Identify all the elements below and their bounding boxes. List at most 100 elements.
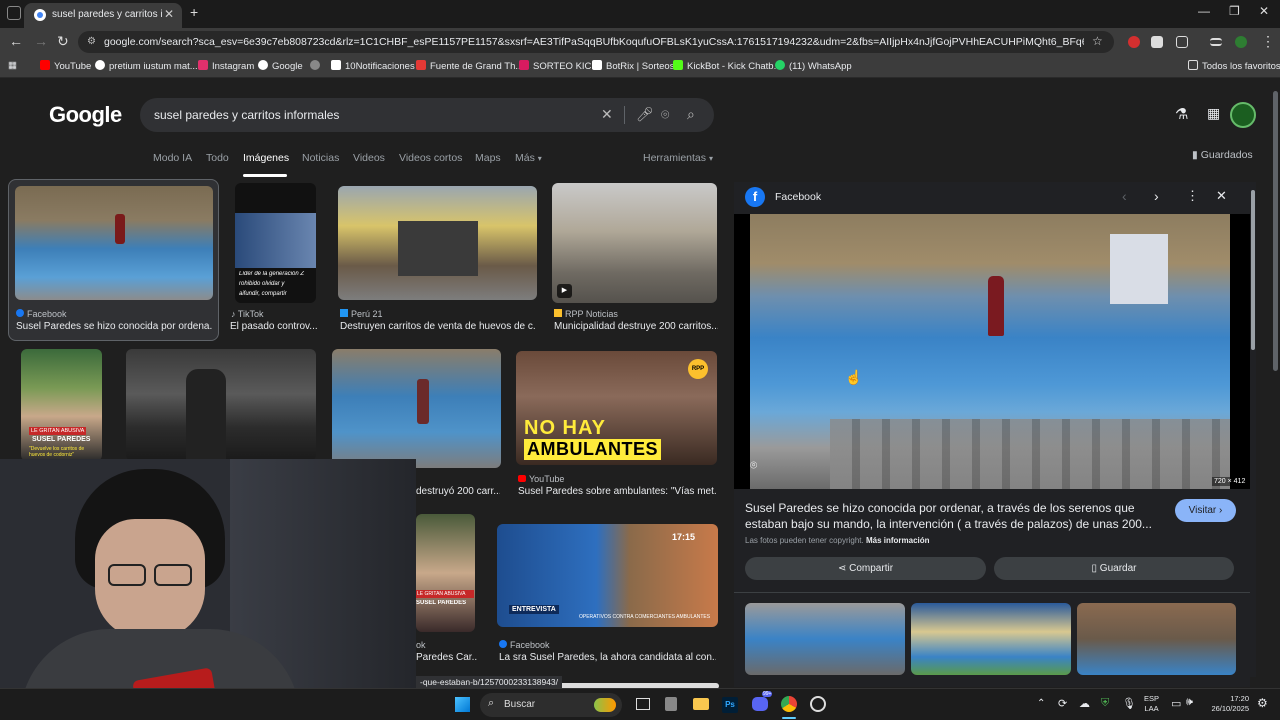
apps-grid-icon[interactable]: ▦	[8, 60, 17, 71]
bookmark-unnamed[interactable]	[310, 60, 324, 72]
tray-sync-icon[interactable]: ⟳	[1058, 697, 1067, 710]
obs-icon[interactable]	[810, 696, 826, 712]
bookmark-youtube[interactable]: YouTube	[40, 60, 91, 72]
panel-scroll-thumb[interactable]	[1251, 190, 1255, 350]
bookmark-whatsapp[interactable]: (11) WhatsApp	[775, 60, 852, 72]
result-image-10[interactable]: 17:15 ENTREVISTA OPERATIVOS CONTRA COMER…	[497, 524, 718, 627]
preview-image[interactable]: ⌾ 720 × 412	[734, 214, 1250, 489]
minimize-icon[interactable]: —	[1198, 4, 1210, 18]
volume-icon[interactable]: 🕪︎	[1186, 696, 1193, 709]
bookmark-star-icon[interactable]: ☆	[1092, 34, 1103, 48]
bookmark-gta[interactable]: Fuente de Grand Th...	[416, 60, 523, 72]
profile-avatar-icon[interactable]	[1235, 36, 1247, 48]
clear-search-icon[interactable]: ✕	[601, 106, 613, 123]
result-image-9[interactable]: LE GRITAN ABUSIVA SUSEL PAREDES	[416, 514, 475, 632]
result-image-5[interactable]: LE GRITAN ABUSIVA SUSEL PAREDES "Devuelv…	[21, 349, 102, 461]
address-bar[interactable]: ⚙ google.com/search?sca_esv=6e39c7eb8087…	[78, 31, 1114, 53]
result-image-4[interactable]: ▶	[552, 183, 717, 303]
result-title[interactable]: destruyó 200 carr...	[416, 486, 500, 497]
tab-search-icon[interactable]	[7, 6, 21, 20]
result-image-7[interactable]	[332, 349, 501, 468]
active-tab[interactable]: susel paredes y carritos informales ✕	[24, 3, 182, 28]
extension-card-icon[interactable]	[1151, 36, 1163, 48]
google-logo[interactable]: Google	[49, 102, 122, 128]
tab-todo[interactable]: Todo	[206, 152, 229, 164]
tray-cloud-icon[interactable]: ☁	[1079, 697, 1090, 710]
result-title[interactable]: El pasado controv...	[230, 321, 320, 332]
tab-videos-cortos[interactable]: Videos cortos	[399, 152, 462, 164]
result-title[interactable]: Susel Paredes se hizo conocida por orden…	[16, 321, 213, 332]
result-title[interactable]: Destruyen carritos de venta de huevos de…	[340, 321, 536, 332]
bookmark-pretium[interactable]: pretium iustum mat...	[95, 60, 198, 72]
tray-chevron-icon[interactable]: ⌃	[1037, 698, 1045, 709]
preview-title[interactable]: Susel Paredes se hizo conocida por orden…	[745, 500, 1165, 532]
bookmark-kickbot[interactable]: KickBot - Kick Chatb...	[673, 60, 782, 72]
result-title[interactable]: Municipalidad destruye 200 carritos...	[554, 321, 718, 332]
task-view-icon[interactable]	[636, 698, 650, 710]
previous-icon[interactable]: ‹	[1122, 188, 1127, 204]
search-box[interactable]: susel paredes y carritos informales ✕ 🎤︎…	[140, 98, 714, 132]
bookmark-sorteo-kick[interactable]: SORTEO KICK	[519, 60, 598, 72]
result-image-6[interactable]	[126, 349, 316, 461]
tab-maps[interactable]: Maps	[475, 152, 501, 164]
extension-red-icon[interactable]	[1128, 36, 1140, 48]
close-window-icon[interactable]: ✕	[1259, 4, 1269, 18]
search-icon[interactable]: ⌕	[687, 106, 695, 123]
forward-icon[interactable]: →	[34, 33, 48, 49]
tray-mic-icon[interactable]: 🎙︎	[1122, 697, 1136, 710]
page-scrollbar[interactable]	[1270, 79, 1280, 687]
restore-icon[interactable]: ❐	[1229, 4, 1240, 18]
tab-videos[interactable]: Videos	[353, 152, 385, 164]
result-title[interactable]: Susel Paredes sobre ambulantes: "Vías me…	[518, 486, 716, 497]
more-info-link[interactable]: Más información	[866, 536, 930, 545]
new-tab-button[interactable]: +	[190, 4, 198, 20]
labs-flask-icon[interactable]: ⚗	[1175, 105, 1188, 123]
extensions-puzzle-icon[interactable]	[1176, 36, 1188, 48]
tray-defender-icon[interactable]: ⛨	[1101, 697, 1109, 710]
result-image-8[interactable]: RPP NO HAY AMBULANTES	[516, 351, 717, 465]
result-title[interactable]: La sra Susel Paredes, la ahora candidata…	[499, 652, 716, 663]
result-title[interactable]: Paredes Car...	[416, 652, 478, 663]
result-image-2[interactable]: Líder de la generación Z rohibido olvida…	[235, 183, 316, 303]
more-options-icon[interactable]: ⋮	[1186, 188, 1199, 204]
result-image-1[interactable]	[15, 186, 213, 300]
clock[interactable]: 17:20 26/10/2025	[1203, 694, 1249, 714]
site-info-icon[interactable]: ⚙	[87, 36, 96, 47]
reading-list-icon[interactable]	[1210, 38, 1222, 46]
bookmark-10notificaciones[interactable]: 10Notificaciones	[331, 60, 415, 72]
bookmark-google[interactable]: Google	[258, 60, 303, 72]
bookmark-botrix[interactable]: BotRix | Sorteos	[592, 60, 674, 72]
voice-search-icon[interactable]: 🎤︎	[636, 106, 654, 123]
photoshop-icon[interactable]: Ps	[722, 697, 738, 713]
related-image-1[interactable]	[745, 603, 905, 675]
related-image-2[interactable]	[911, 603, 1071, 675]
preview-source[interactable]: Facebook	[775, 191, 821, 203]
next-icon[interactable]: ›	[1154, 188, 1159, 204]
back-icon[interactable]: ←	[9, 33, 23, 49]
save-button[interactable]: ▯ Guardar	[994, 557, 1234, 580]
network-icon[interactable]: ▭	[1171, 697, 1181, 710]
tab-imagenes[interactable]: Imágenes	[243, 152, 289, 164]
chrome-menu-icon[interactable]: ⋮	[1261, 33, 1275, 50]
tab-mas[interactable]: Más ▾	[515, 152, 542, 164]
visit-button[interactable]: Visitar ›	[1175, 499, 1236, 522]
account-avatar[interactable]	[1230, 102, 1256, 128]
share-button[interactable]: ⋖ Compartir	[745, 557, 986, 580]
taskbar-search[interactable]: ⌕ Buscar	[480, 693, 622, 717]
tab-modo-ia[interactable]: Modo IA	[153, 152, 192, 164]
related-image-3[interactable]	[1077, 603, 1236, 675]
lens-icon[interactable]: ⌾	[750, 458, 757, 473]
all-bookmarks-folder[interactable]: Todos los favoritos	[1188, 60, 1280, 72]
settings-gear-icon[interactable]: ⚙	[1257, 696, 1268, 710]
panel-scrollbar[interactable]	[1250, 182, 1256, 677]
windows-start-icon[interactable]	[455, 697, 470, 712]
tools-button[interactable]: Herramientas ▾	[643, 152, 713, 164]
chrome-icon[interactable]	[781, 696, 797, 712]
bookmark-instagram[interactable]: Instagram	[198, 60, 254, 72]
app-icon[interactable]	[665, 697, 677, 711]
language-indicator[interactable]: ESP LAA	[1144, 694, 1159, 714]
page-scroll-thumb[interactable]	[1273, 91, 1278, 371]
reload-icon[interactable]: ↻	[57, 33, 69, 50]
tab-noticias[interactable]: Noticias	[302, 152, 339, 164]
lens-search-icon[interactable]: ⌾	[661, 106, 669, 123]
